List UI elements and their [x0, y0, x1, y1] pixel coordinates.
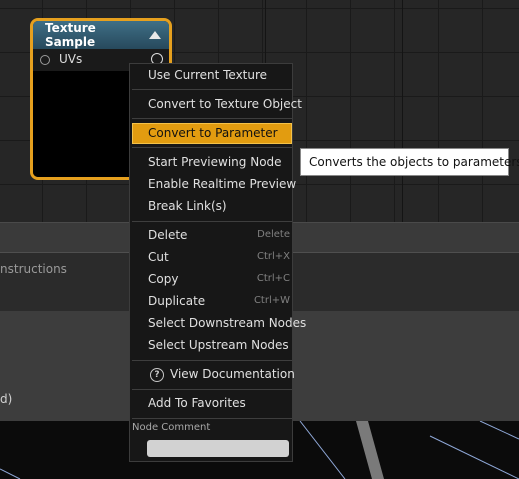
menu-item-view-documentation[interactable]: ? View Documentation [132, 364, 295, 385]
menu-item-label-wrap: ? View Documentation [150, 367, 295, 382]
menu-item-break-links[interactable]: Break Link(s) [132, 196, 292, 217]
menu-item-label: Add To Favorites [148, 396, 246, 410]
menu-item-copy[interactable]: Copy Ctrl+C [132, 269, 292, 290]
menu-item-label: Select Upstream Nodes [148, 338, 289, 352]
menu-item-label: Cut [148, 250, 169, 264]
menu-separator [132, 118, 292, 119]
menu-separator [132, 389, 292, 390]
uvs-pin-label: UVs [59, 52, 83, 66]
menu-item-cut[interactable]: Cut Ctrl+X [132, 247, 292, 268]
menu-item-convert-to-parameter[interactable]: Convert to Parameter [132, 123, 292, 144]
menu-item-select-downstream-nodes[interactable]: Select Downstream Nodes [132, 313, 306, 334]
shortcut-label: Ctrl+X [256, 251, 290, 262]
menu-item-delete[interactable]: Delete Delete [132, 225, 292, 246]
band-text: nstructions [0, 262, 67, 276]
node-comment-field[interactable] [147, 440, 289, 457]
menu-separator [132, 221, 292, 222]
shortcut-label: Delete [257, 229, 290, 240]
menu-item-duplicate[interactable]: Duplicate Ctrl+W [132, 291, 292, 312]
menu-item-label: Start Previewing Node [148, 155, 282, 169]
menu-item-label: Enable Realtime Preview [148, 177, 297, 191]
node-header[interactable]: Texture Sample [33, 21, 169, 49]
menu-item-label: Convert to Parameter [148, 126, 278, 140]
viewport-line [429, 435, 519, 479]
menu-item-start-previewing-node[interactable]: Start Previewing Node [132, 152, 292, 173]
tooltip: Converts the objects to parameters. [300, 148, 519, 176]
menu-item-label: Break Link(s) [148, 199, 227, 213]
menu-separator [132, 147, 292, 148]
collapse-arrow-icon[interactable] [149, 31, 161, 39]
viewport-line [0, 468, 21, 479]
panel-text: d) [0, 392, 13, 406]
node-title: Texture Sample [45, 21, 96, 49]
viewport-shape [356, 421, 384, 479]
menu-item-enable-realtime-preview[interactable]: Enable Realtime Preview [132, 174, 296, 195]
menu-item-label: View Documentation [170, 367, 295, 381]
viewport-line [299, 421, 346, 479]
menu-separator [132, 89, 292, 90]
menu-separator [132, 360, 292, 361]
menu-item-label: Select Downstream Nodes [148, 316, 307, 330]
grid-line [402, 0, 403, 222]
menu-item-label: Duplicate [148, 294, 206, 308]
shortcut-label: Ctrl+W [253, 295, 290, 306]
shortcut-label: Ctrl+C [256, 273, 290, 284]
menu-item-label: Convert to Texture Object [148, 97, 302, 111]
node-comment-label: Node Comment [132, 422, 211, 433]
menu-item-add-to-favorites[interactable]: Add To Favorites [132, 393, 292, 414]
menu-item-use-current-texture[interactable]: Use Current Texture [132, 65, 292, 86]
menu-item-label: Use Current Texture [148, 68, 268, 82]
menu-item-label: Delete [148, 228, 188, 242]
context-menu: Use Current Texture Convert to Texture O… [129, 63, 306, 462]
uvs-input-pin[interactable] [40, 55, 50, 65]
help-icon: ? [150, 367, 164, 382]
menu-item-label: Copy [148, 272, 179, 286]
menu-separator [132, 418, 292, 419]
menu-item-convert-to-texture-object[interactable]: Convert to Texture Object [132, 94, 302, 115]
menu-item-select-upstream-nodes[interactable]: Select Upstream Nodes [132, 335, 292, 356]
viewport-line [479, 421, 519, 440]
